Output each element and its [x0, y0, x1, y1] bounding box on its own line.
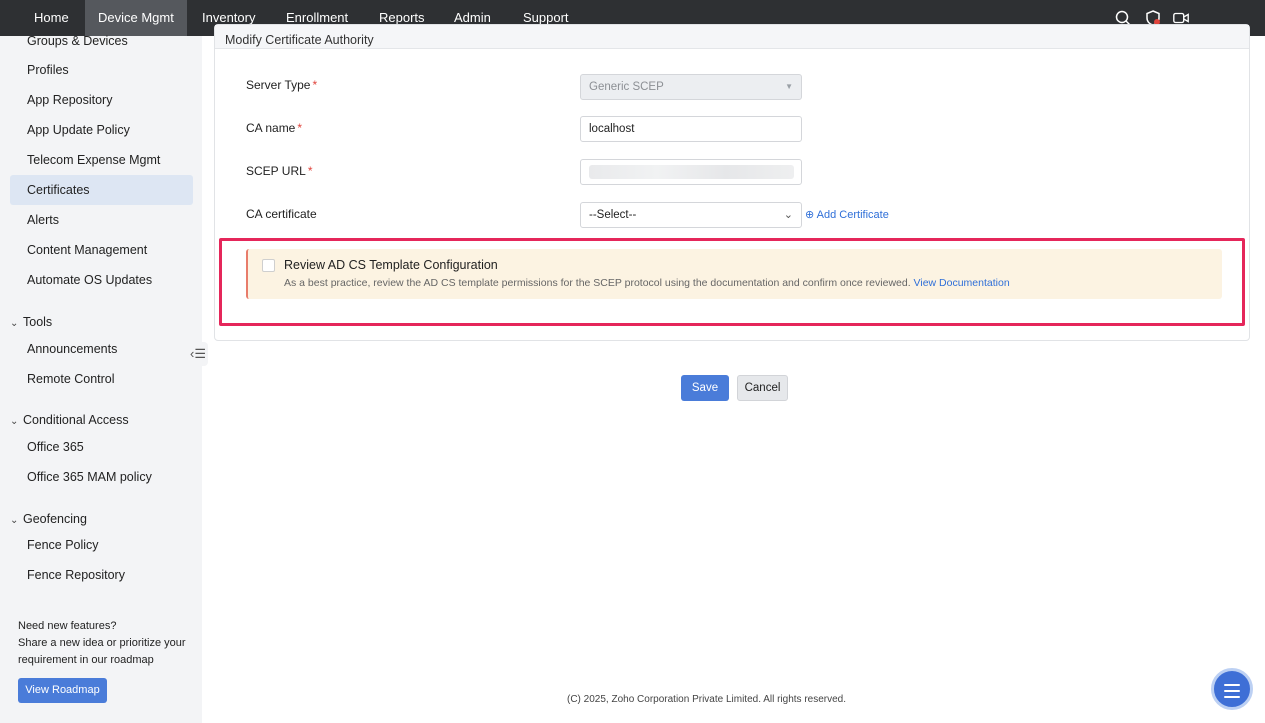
sidebar-item-app-repository[interactable]: App Repository	[10, 85, 193, 115]
chevron-down-icon: ⌄	[783, 209, 793, 221]
sidebar-group-label: Geofencing	[23, 512, 87, 526]
add-certificate-label: Add Certificate	[816, 209, 889, 221]
notice-text: As a best practice, review the AD CS tem…	[284, 277, 1010, 289]
plus-circle-icon: ⊕	[805, 209, 815, 221]
sidebar-item-alerts[interactable]: Alerts	[10, 205, 193, 235]
footer-copyright: (C) 2025, Zoho Corporation Private Limit…	[567, 694, 847, 705]
required-mark: *	[307, 164, 313, 178]
server-type-label: Server Type *	[246, 78, 317, 92]
save-button[interactable]: Save	[681, 375, 729, 401]
promo-text-line2: requirement in our roadmap	[18, 654, 154, 666]
server-type-select[interactable]: Generic SCEP ▼	[580, 74, 802, 100]
sidebar-group-label: Tools	[23, 315, 53, 329]
sidebar-item-remote-control[interactable]: Remote Control	[10, 364, 193, 394]
sidebar-item-app-update-policy[interactable]: App Update Policy	[10, 115, 193, 145]
sidebar-item-profiles[interactable]: Profiles	[10, 55, 193, 85]
promo-title: Need new features?	[18, 620, 117, 632]
sidebar-item-certificates[interactable]: Certificates	[10, 175, 193, 205]
scep-url-label: SCEP URL *	[246, 164, 312, 178]
sidebar-group-geofencing[interactable]: ⌄ Geofencing	[10, 512, 87, 526]
sidebar-item-automate-os-updates[interactable]: Automate OS Updates	[10, 265, 193, 295]
add-certificate-link[interactable]: ⊕ Add Certificate	[805, 208, 889, 221]
view-documentation-link[interactable]: View Documentation	[914, 277, 1010, 289]
sidebar-group-tools[interactable]: ⌄ Tools	[10, 315, 52, 329]
cancel-button[interactable]: Cancel	[737, 375, 788, 401]
caret-down-icon: ▼	[785, 82, 793, 91]
scep-url-label-text: SCEP URL	[246, 164, 306, 178]
sidebar-item-office-365-mam[interactable]: Office 365 MAM policy	[10, 462, 193, 492]
sidebar-item-fence-repository[interactable]: Fence Repository	[10, 560, 193, 590]
notice-title: Review AD CS Template Configuration	[284, 258, 498, 272]
required-mark: *	[297, 121, 303, 135]
sidebar-item-fence-policy[interactable]: Fence Policy	[10, 530, 193, 560]
ca-name-input[interactable]: localhost	[580, 116, 802, 142]
card-header: Modify Certificate Authority	[215, 25, 1249, 49]
ca-certificate-label: CA certificate	[246, 207, 317, 221]
chevron-down-icon: ⌄	[10, 515, 19, 526]
chevron-down-icon: ⌄	[10, 318, 19, 329]
modify-ca-card: Modify Certificate Authority Server Type…	[214, 24, 1250, 341]
sidebar-item-telecom-expense[interactable]: Telecom Expense Mgmt	[10, 145, 193, 175]
ca-name-label-text: CA name	[246, 121, 296, 135]
redacted-url	[589, 165, 794, 179]
ca-certificate-value: --Select--	[589, 209, 637, 221]
ca-name-label: CA name *	[246, 121, 302, 135]
sidebar-item-office-365[interactable]: Office 365	[10, 432, 193, 462]
menu-fab-button[interactable]	[1211, 668, 1253, 710]
sidebar-item-content-management[interactable]: Content Management	[10, 235, 193, 265]
menu-icon-line	[1224, 690, 1240, 692]
server-type-value: Generic SCEP	[589, 81, 664, 93]
notice-body: As a best practice, review the AD CS tem…	[284, 277, 911, 289]
promo-text-line1: Share a new idea or prioritize your	[18, 637, 186, 649]
highlight-frame: Review AD CS Template Configuration As a…	[219, 238, 1245, 326]
view-roadmap-button[interactable]: View Roadmap	[18, 678, 107, 703]
page-title: Modify Certificate Authority	[225, 33, 374, 47]
review-notice: Review AD CS Template Configuration As a…	[246, 249, 1222, 299]
menu-icon-line	[1224, 684, 1240, 686]
sidebar-item-announcements[interactable]: Announcements	[10, 334, 193, 364]
sidebar: Groups & Devices Profiles App Repository…	[0, 34, 202, 723]
server-type-label-text: Server Type	[246, 78, 311, 92]
collapse-sidebar-icon[interactable]: ‹☰	[188, 342, 208, 366]
sidebar-group-conditional-access[interactable]: ⌄ Conditional Access	[10, 413, 129, 427]
chevron-down-icon: ⌄	[10, 416, 19, 427]
sidebar-item-groups-devices[interactable]: Groups & Devices	[10, 26, 193, 56]
required-mark: *	[312, 78, 318, 92]
scep-url-input[interactable]	[580, 159, 802, 185]
ca-certificate-select[interactable]: --Select-- ⌄	[580, 202, 802, 228]
review-confirm-checkbox[interactable]	[262, 259, 275, 272]
ca-name-value: localhost	[589, 123, 635, 135]
menu-icon-line	[1224, 696, 1240, 698]
sidebar-group-label: Conditional Access	[23, 413, 129, 427]
